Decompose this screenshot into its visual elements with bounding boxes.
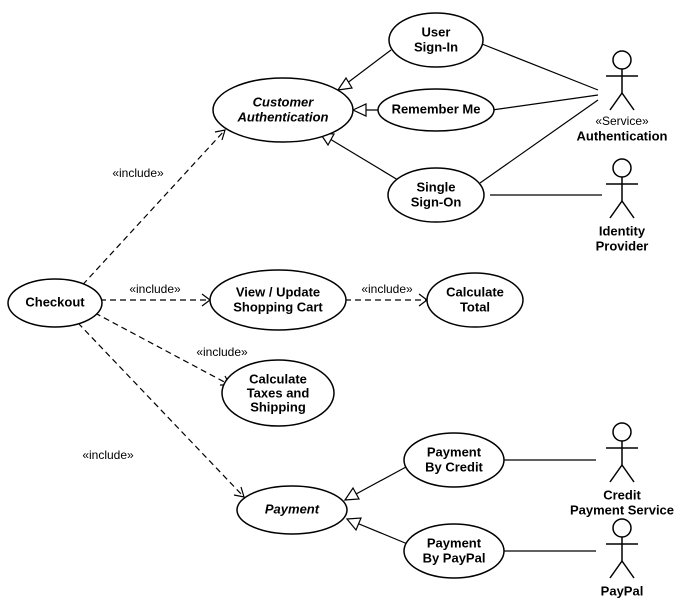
usecase-payment-by-paypal: Payment By PayPal	[404, 524, 504, 578]
usecase-user-signin: User Sign-In	[389, 13, 483, 67]
usecase-diagram: «include» «include» «include» «include» …	[0, 0, 680, 601]
usecase-checkout-label: Checkout	[25, 294, 85, 309]
usecase-payment-label: Payment	[265, 501, 320, 516]
include-checkout-auth: «include»	[76, 130, 225, 292]
usecase-customer-authentication-label-2: Authentication	[237, 109, 329, 124]
include-label: «include»	[129, 282, 181, 296]
actor-paypal-label: PayPal	[601, 583, 644, 598]
actor-identity-provider-label-1: Identity	[599, 223, 646, 238]
usecase-customer-authentication-label-1: Customer	[253, 94, 315, 109]
gen-sso-auth	[320, 133, 398, 180]
assoc-auth-signin	[482, 44, 598, 90]
usecase-remember-me-label: Remember Me	[392, 101, 481, 116]
include-label: «include»	[112, 166, 164, 180]
usecase-single-signon-label-1: Single	[416, 179, 455, 194]
usecase-payment-by-credit-label-2: By Credit	[425, 459, 483, 474]
usecase-calculate-taxes-shipping: Calculate Taxes and Shipping	[222, 360, 334, 426]
usecase-view-update-cart-label-2: Shopping Cart	[233, 299, 323, 314]
actor-authentication-label: Authentication	[577, 128, 668, 143]
actor-identity-provider: Identity Provider	[596, 159, 649, 253]
actor-paypal: PayPal	[601, 519, 644, 598]
usecase-user-signin-label-2: Sign-In	[414, 39, 458, 54]
include-checkout-viewupdate: «include»	[100, 282, 210, 306]
usecase-payment: Payment	[237, 486, 347, 534]
include-label: «include»	[196, 345, 248, 359]
include-checkout-calctax: «include»	[95, 313, 248, 385]
assoc-auth-rememberme	[492, 95, 598, 110]
actor-credit-payment-service: Credit Payment Service	[570, 423, 674, 517]
include-label: «include»	[361, 282, 413, 296]
usecase-payment-by-paypal-label-2: By PayPal	[423, 550, 486, 565]
usecase-calculate-taxes-shipping-label-1: Calculate	[249, 371, 307, 386]
usecase-calculate-taxes-shipping-label-3: Shipping	[250, 399, 306, 414]
usecase-payment-by-credit-label-1: Payment	[427, 444, 482, 459]
usecase-view-update-cart-label-1: View / Update	[236, 284, 320, 299]
include-label: «include»	[82, 448, 134, 462]
usecase-single-signon: Single Sign-On	[388, 168, 484, 222]
gen-rememberme-auth	[353, 104, 380, 116]
include-viewupdate-calctotal: «include»	[345, 282, 427, 306]
actor-credit-payment-service-label-1: Credit	[603, 487, 641, 502]
usecase-calculate-taxes-shipping-label-2: Taxes and	[247, 385, 310, 400]
usecase-view-update-cart: View / Update Shopping Cart	[210, 270, 346, 330]
actor-credit-payment-service-label-2: Payment Service	[570, 502, 674, 517]
gen-signin-auth	[338, 50, 391, 90]
usecase-single-signon-label-2: Sign-On	[411, 194, 462, 209]
usecase-payment-by-paypal-label-1: Payment	[427, 535, 482, 550]
actor-authentication-stereo: «Service»	[595, 114, 649, 128]
usecase-remember-me: Remember Me	[378, 89, 494, 131]
usecase-payment-by-credit: Payment By Credit	[404, 433, 504, 487]
usecase-calculate-total: Calculate Total	[427, 273, 523, 327]
actor-authentication: «Service» Authentication	[577, 51, 668, 143]
usecase-checkout: Checkout	[8, 279, 102, 327]
actor-identity-provider-label-2: Provider	[596, 238, 649, 253]
gen-paymentpaypal-payment	[347, 518, 410, 545]
usecase-user-signin-label-1: User	[422, 24, 451, 39]
usecase-calculate-total-label-2: Total	[460, 299, 490, 314]
gen-paymentcredit-payment	[345, 467, 406, 500]
usecase-customer-authentication: Customer Authentication	[213, 78, 353, 142]
usecase-calculate-total-label-1: Calculate	[446, 284, 504, 299]
